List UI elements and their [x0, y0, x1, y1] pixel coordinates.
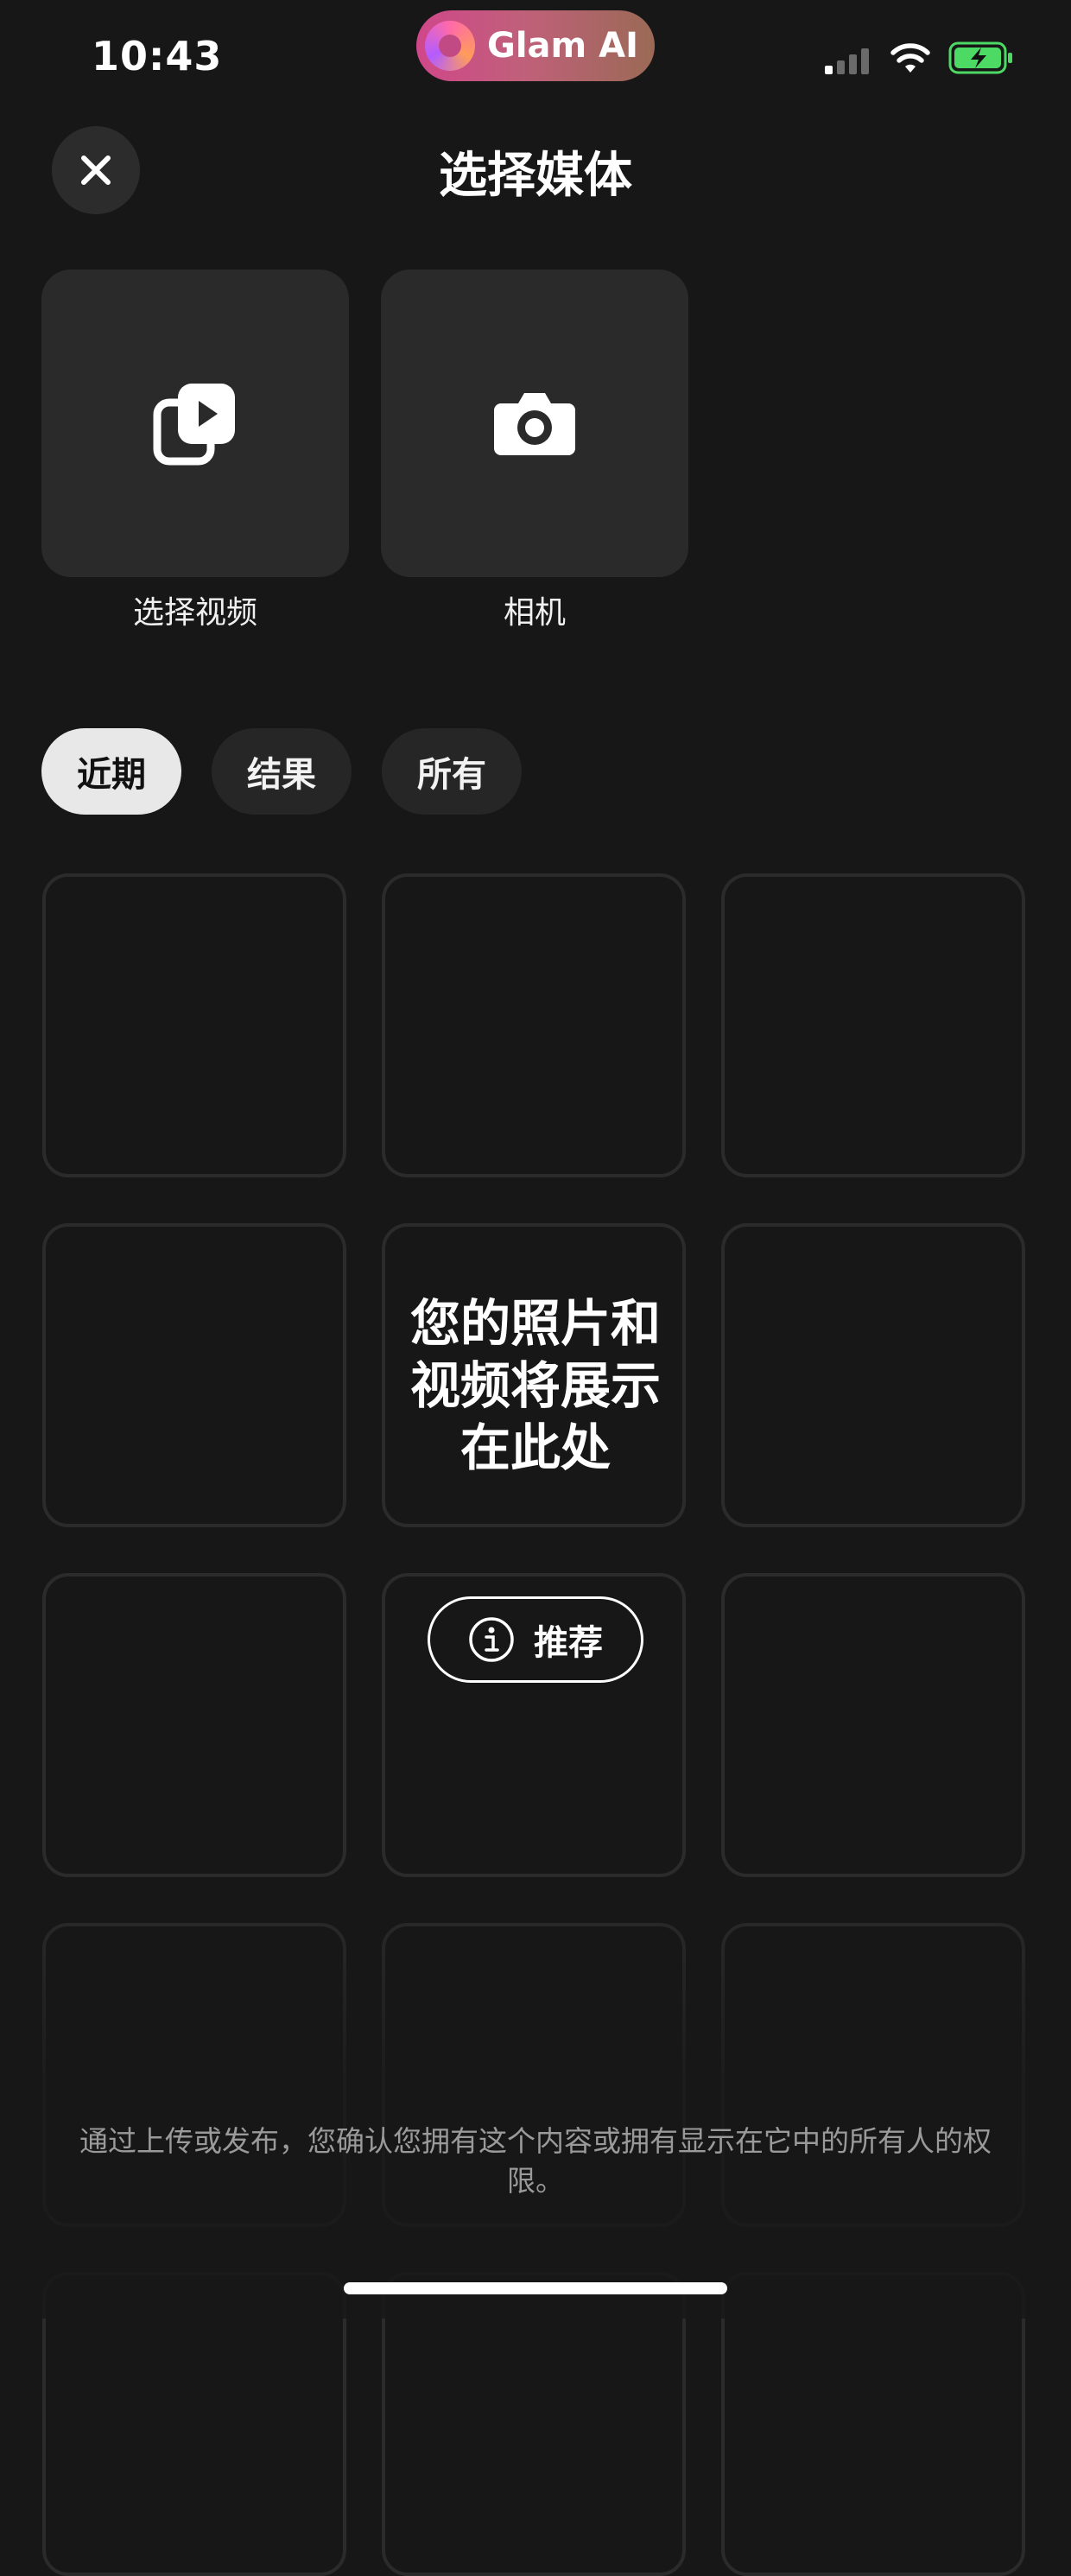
- filter-recent-chip[interactable]: 近期: [41, 728, 181, 815]
- choose-video-label: 选择视频: [132, 595, 257, 631]
- tips-button-label: 推荐: [534, 1623, 603, 1663]
- status-time: 10:43: [92, 33, 223, 79]
- media-grid-cell: [42, 1573, 346, 1877]
- home-indicator[interactable]: [344, 2282, 727, 2294]
- choose-video-card[interactable]: [41, 270, 349, 577]
- cellular-signal-icon: [825, 48, 869, 74]
- app-indicator-label: Glam AI: [487, 26, 638, 66]
- empty-state-message: 您的照片和视频将展示在此处: [409, 1294, 661, 1477]
- media-grid-cell: [721, 1223, 1025, 1527]
- bottom-fade-overlay: [0, 1883, 1071, 2319]
- camera-icon: [494, 393, 575, 455]
- camera-card[interactable]: [381, 270, 688, 577]
- info-icon: [469, 1617, 514, 1662]
- tips-button[interactable]: 推荐: [428, 1596, 643, 1683]
- media-grid-cell: [382, 873, 686, 1177]
- legal-disclaimer: 通过上传或发布，您确认您拥有这个内容或拥有显示在它中的所有人的权限。: [79, 2124, 992, 2198]
- media-grid-cell: [42, 873, 346, 1177]
- app-indicator-pill[interactable]: Glam AI: [416, 10, 655, 81]
- page-title: 选择媒体: [439, 148, 632, 204]
- filter-results-chip[interactable]: 结果: [212, 728, 352, 815]
- media-grid-cell: [721, 873, 1025, 1177]
- glam-ai-logo-icon: [425, 21, 475, 71]
- battery-charging-icon: [948, 41, 1012, 74]
- camera-label: 相机: [503, 595, 566, 631]
- wifi-icon: [890, 43, 930, 73]
- media-grid-cell: [42, 1223, 346, 1527]
- filter-all-chip[interactable]: 所有: [382, 728, 522, 815]
- video-library-icon: [153, 384, 235, 466]
- media-grid-cell: [721, 1573, 1025, 1877]
